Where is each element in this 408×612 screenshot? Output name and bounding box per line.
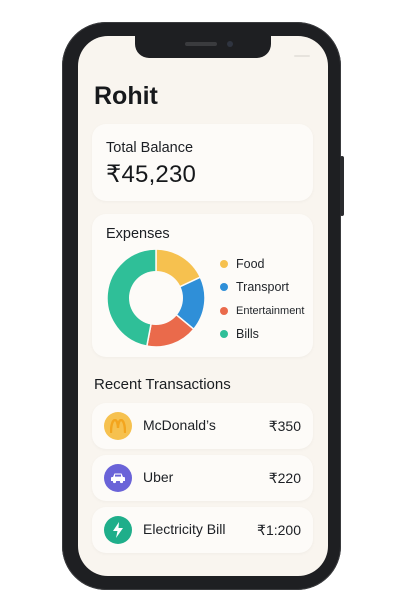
- recent-transactions-title: Recent Transactions: [94, 376, 231, 393]
- legend-dot-bills: [220, 330, 228, 339]
- legend-item-entertainment: Entertainment: [220, 299, 304, 323]
- legend-dot-food: [220, 259, 228, 268]
- legend-item-food: Food: [220, 252, 304, 276]
- donut-hole: [129, 271, 183, 325]
- legend-item-bills: Bills: [220, 323, 304, 347]
- front-camera: [227, 41, 233, 47]
- legend-dot-transport: [220, 283, 228, 292]
- status-indicator: [294, 55, 310, 57]
- expenses-card[interactable]: Expenses Food Transport Entertainment Bi…: [92, 214, 313, 357]
- app-screen: Rohit Total Balance ₹45,230 Expenses Foo…: [78, 36, 328, 576]
- legend-label-food: Food: [236, 256, 265, 271]
- transaction-row-electricity[interactable]: Electricity Bill ₹1:200: [92, 507, 313, 553]
- expenses-legend: Food Transport Entertainment Bills: [220, 252, 304, 346]
- transaction-amount: ₹1:200: [257, 522, 301, 538]
- phone-side-button: [340, 156, 344, 216]
- expenses-donut-chart: [106, 248, 206, 348]
- balance-label: Total Balance: [106, 140, 194, 156]
- balance-card[interactable]: Total Balance ₹45,230: [92, 124, 313, 201]
- phone-notch: [135, 36, 271, 58]
- legend-item-transport: Transport: [220, 276, 304, 300]
- transaction-name: Uber: [143, 469, 174, 485]
- mcdonalds-logo-icon: [104, 412, 132, 440]
- legend-label-entertainment: Entertainment: [236, 304, 305, 317]
- legend-label-bills: Bills: [236, 327, 259, 342]
- speaker-grille: [185, 42, 217, 46]
- expenses-title: Expenses: [106, 226, 170, 242]
- transaction-name: McDonald’s: [143, 417, 216, 433]
- lightning-icon: [104, 516, 132, 544]
- transaction-amount: ₹350: [268, 418, 301, 434]
- user-name: Rohit: [94, 82, 158, 110]
- legend-label-transport: Transport: [236, 280, 290, 295]
- balance-value: ₹45,230: [106, 161, 197, 188]
- transaction-row-uber[interactable]: Uber ₹220: [92, 455, 313, 501]
- transaction-amount: ₹220: [268, 470, 301, 486]
- car-icon: [104, 464, 132, 492]
- legend-dot-entertainment: [220, 306, 228, 315]
- transaction-row-mcdonalds[interactable]: McDonald’s ₹350: [92, 403, 313, 449]
- transaction-name: Electricity Bill: [143, 521, 226, 537]
